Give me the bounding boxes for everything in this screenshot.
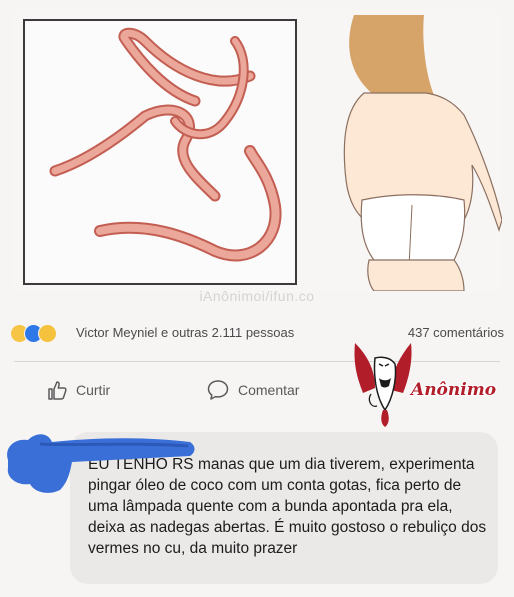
comment-label: Comentar xyxy=(238,382,300,398)
worms-drawing xyxy=(49,27,282,262)
body-drawing xyxy=(343,15,503,292)
thumbs-up-icon xyxy=(48,381,67,400)
speech-bubble-icon xyxy=(207,380,229,400)
like-button[interactable]: Curtir xyxy=(46,378,110,402)
like-label: Curtir xyxy=(76,382,111,398)
sad-reaction-icon xyxy=(38,324,57,343)
redaction-scribble xyxy=(7,434,195,493)
worm-2 xyxy=(49,104,221,202)
body-illustration xyxy=(314,15,503,292)
comment-button[interactable]: Comentar xyxy=(206,378,299,402)
watermark: iAnônimoi/ifun.co xyxy=(199,288,315,304)
reactions-names[interactable]: Victor Meyniel e outras 2.111 pessoas xyxy=(76,325,294,340)
reaction-icons[interactable] xyxy=(10,324,70,343)
worms-illustration xyxy=(23,19,297,285)
logo-text: Anônimo xyxy=(411,380,497,400)
post-image[interactable] xyxy=(14,10,503,292)
